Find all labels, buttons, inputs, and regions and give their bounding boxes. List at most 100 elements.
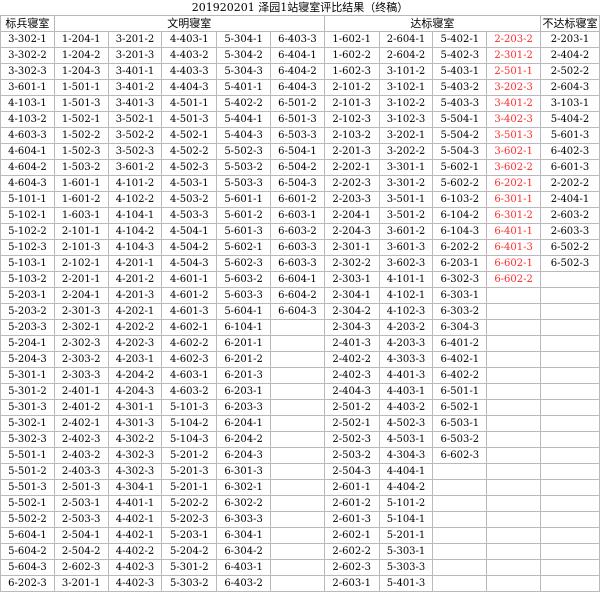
table-cell: 3-302-1 [0,31,55,48]
table-cell: 4-104-1 [107,207,163,224]
table-cell: 1-204-2 [53,47,109,64]
table-cell: 5-501-1 [0,447,55,464]
table-cell: 5-501-2 [0,463,55,480]
table-row: 5-301-1 2-303-3 4-204-2 4-603-1 6-201-3 2-402… [0,367,600,384]
table-cell: 5-504-2 [432,127,488,144]
table-cell [486,463,541,480]
table-cell: 4-103-1 [0,95,55,112]
table-cell: 2-204-3 [323,223,380,240]
table-cell: 6-302-2 [216,495,271,512]
table-cell [432,511,488,528]
table-cell: 5-203-3 [0,319,55,336]
table-cell: 5-402-2 [216,95,271,112]
table-cell: 4-604-1 [0,143,55,160]
table-cell [486,575,541,592]
table-cell [432,575,488,592]
table-cell: 6-204-2 [216,431,271,448]
table-cell: 6-304-2 [216,543,271,560]
table-row: 5-502-2 2-503-3 4-402-1 5-202-3 6-303-3 2-601… [0,511,600,528]
table-cell: 3-102-1 [378,79,434,96]
table-row: 4-604-3 1-601-1 4-101-2 4-503-1 5-503-3 6-504… [0,175,600,192]
table-cell [270,415,325,432]
table-row: 5-203-1 2-204-1 4-201-3 4-601-2 5-603-3 6-604… [0,287,600,304]
table-cell: 6-501-3 [270,111,325,128]
table-row: 5-501-3 2-501-3 4-304-1 5-201-1 6-302-1 2-601… [0,479,600,496]
table-cell: 2-304-2 [323,303,380,320]
table-row: 5-301-2 2-401-1 4-204-3 4-603-2 6-203-1 2-404… [0,383,600,400]
table-cell: 4-101-2 [107,175,163,192]
table-cell: 4-401-3 [378,367,434,384]
table-cell: 5-303-2 [161,575,218,592]
table-cell: 4-201-1 [107,255,163,272]
table-cell: 2-503-3 [53,511,109,528]
table-cell [432,527,488,544]
table-cell: 4-404-1 [378,463,434,480]
table-cell: 2-504-2 [53,543,109,560]
table-cell [540,463,600,480]
table-row: 4-103-1 1-501-3 3-401-3 4-501-1 5-402-2 6-501… [0,95,600,112]
table-cell: 1-502-2 [53,127,109,144]
table-cell: 5-102-1 [0,207,55,224]
table-cell: 4-204-2 [107,367,163,384]
table-cell: 4-502-2 [161,143,218,160]
table-cell [540,287,600,304]
table-cell: 3-301-1 [378,159,434,176]
table-cell [486,479,541,496]
table-cell: 4-403-1 [378,383,434,400]
table-cell: 5-302-1 [0,415,55,432]
table-cell: 6-603-2 [270,223,325,240]
table-cell: 6-203-3 [216,399,271,416]
table-cell: 6-603-3 [270,239,325,256]
table-cell [270,511,325,528]
table-cell [486,351,541,368]
table-cell: 6-202-1 [486,175,541,192]
table-cell [486,415,541,432]
table-cell: 4-403-1 [161,31,218,48]
table-cell: 2-302-1 [53,319,109,336]
table-cell: 5-402-3 [432,47,488,64]
table-cell: 2-203-1 [540,31,600,48]
table-cell: 2-304-1 [323,287,380,304]
table-cell: 5-502-3 [216,143,271,160]
table-cell: 4-202-2 [107,319,163,336]
table-cell [540,399,600,416]
table-cell [486,511,541,528]
table-cell: 5-201-2 [161,447,218,464]
table-cell: 5-201-1 [161,479,218,496]
table-cell: 1-501-3 [53,95,109,112]
table-cell: 5-304-2 [216,47,271,64]
table-cell: 1-204-3 [53,63,109,80]
table-cell: 6-504-1 [270,143,325,160]
table-cell: 2-402-1 [53,415,109,432]
table-cell: 3-502-3 [107,143,163,160]
table-cell: 4-302-3 [107,463,163,480]
table-cell: 4-301-3 [107,415,163,432]
table-cell: 5-203-2 [0,303,55,320]
table-cell: 4-504-3 [161,255,218,272]
table-cell [432,463,488,480]
table-cell: 5-301-1 [0,367,55,384]
table-row: 4-604-2 1-503-2 3-601-2 4-502-3 5-503-2 6-504… [0,159,600,176]
table-cell: 2-204-1 [323,207,380,224]
table-cell: 2-502-2 [540,63,600,80]
table-cell: 4-304-1 [107,479,163,496]
table-cell: 6-401-1 [486,223,541,240]
table-cell: 6-403-1 [216,559,271,576]
table-row: 5-102-2 2-101-1 4-104-2 4-504-1 5-601-3 6-603… [0,223,600,240]
table-cell: 4-603-3 [0,127,55,144]
table-row: 5-102-3 2-101-3 4-104-3 4-504-2 5-602-1 6-603… [0,239,600,256]
table-cell: 2-602-1 [323,527,380,544]
table-cell: 2-402-3 [323,367,380,384]
table-row: 5-604-2 2-504-2 4-402-2 5-204-2 6-304-2 2-602… [0,543,600,560]
table-cell: 3-201-3 [107,47,163,64]
table-cell: 6-204-3 [216,447,271,464]
table-cell [540,447,600,464]
header-standard-dorm: 达标寝室 [323,15,542,32]
table-cell: 2-404-3 [323,383,380,400]
table-cell [540,543,600,560]
table-cell: 3-502-2 [107,127,163,144]
table-cell: 2-402-3 [53,431,109,448]
table-cell: 4-504-2 [161,239,218,256]
table-cell: 3-501-1 [378,191,434,208]
table-cell: 4-602-1 [161,319,218,336]
